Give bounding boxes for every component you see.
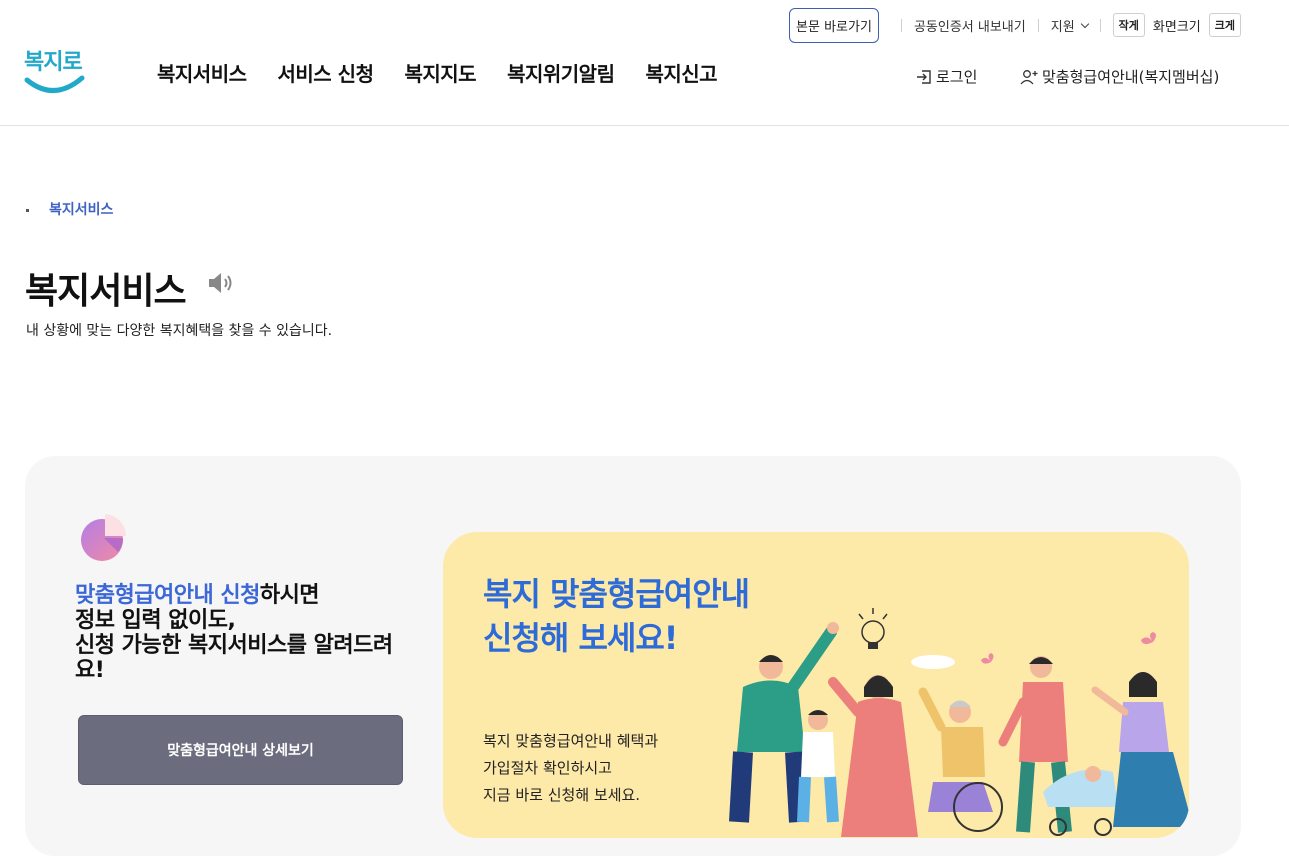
site-logo[interactable]: 복지로 — [24, 44, 86, 98]
banner-title: 복지 맞춤형급여안내 신청해 보세요! — [483, 572, 750, 660]
header-divider — [0, 125, 1289, 126]
banner-text: 복지 맞춤형급여안내 혜택과 가입절차 확인하시고 지금 바로 신청해 보세요. — [483, 728, 658, 809]
membership-link[interactable]: 맞춤형급여안내(복지멤버십) — [1020, 66, 1219, 87]
main-nav: 복지서비스 서비스 신청 복지지도 복지위기알림 복지신고 — [157, 58, 718, 87]
banner-text-line1: 복지 맞춤형급여안내 혜택과 — [483, 732, 659, 750]
login-icon — [917, 69, 931, 84]
breadcrumb: 복지서비스 — [26, 199, 113, 219]
breadcrumb-current[interactable]: 복지서비스 — [49, 202, 113, 218]
promo-heading: 맞춤형급여안내 신청하시면 정보 입력 없이도, 신청 가능한 복지서비스를 알… — [75, 583, 415, 683]
banner-title-line2: 신청해 보세요! — [483, 619, 678, 657]
text-size-large-button[interactable]: 크게 — [1208, 13, 1241, 37]
text-size-label: 화면크기 — [1152, 19, 1201, 35]
nav-welfare-crisis-alert[interactable]: 복지위기알림 — [507, 58, 615, 87]
promo-line2: 정보 입력 없이도, — [75, 608, 236, 633]
benefit-guide-banner[interactable]: 복지 맞춤형급여안내 신청해 보세요! 복지 맞춤형급여안내 혜택과 가입절차 … — [443, 532, 1189, 838]
benefit-guide-detail-button[interactable]: 맞춤형급여안내 상세보기 — [78, 715, 403, 785]
login-link[interactable]: 로그인 — [916, 66, 977, 87]
nav-welfare-services[interactable]: 복지서비스 — [157, 58, 247, 87]
family-illustration — [729, 608, 1189, 837]
utility-bar: 본문 바로가기 공동인증서 내보내기 지원 작게 화면크기 크게 — [789, 7, 1241, 43]
logo-smile-icon — [24, 75, 85, 93]
pie-chart-icon — [81, 514, 127, 561]
banner-text-line2: 가입절차 확인하시고 — [483, 759, 612, 777]
nav-service-application[interactable]: 서비스 신청 — [278, 58, 374, 87]
promo-highlight: 맞춤형급여안내 신청 — [75, 583, 260, 608]
support-label: 지원 — [1050, 19, 1075, 35]
promo-line3: 신청 가능한 복지서비스를 알려드려요! — [75, 633, 393, 683]
banner-title-line1: 복지 맞춤형급여안내 — [483, 575, 750, 613]
divider — [900, 18, 902, 32]
page-title: 복지서비스 — [25, 271, 187, 312]
skip-to-content-link[interactable]: 본문 바로가기 — [789, 7, 879, 43]
support-dropdown[interactable]: 지원 — [1050, 16, 1089, 35]
speaker-icon[interactable] — [207, 270, 237, 296]
divider — [1099, 18, 1101, 32]
text-size-small-button[interactable]: 작게 — [1112, 13, 1145, 37]
promo-line1-rest: 하시면 — [259, 583, 320, 608]
chevron-down-icon — [1080, 19, 1089, 28]
membership-label: 맞춤형급여안내(복지멤버십) — [1042, 68, 1220, 86]
cert-export-link[interactable]: 공동인증서 내보내기 — [914, 16, 1026, 35]
nav-welfare-map[interactable]: 복지지도 — [404, 58, 476, 87]
nav-welfare-report[interactable]: 복지신고 — [645, 58, 717, 87]
page-description: 내 상황에 맞는 다양한 복지혜택을 찾을 수 있습니다. — [26, 323, 333, 339]
banner-text-line3: 지금 바로 신청해 보세요. — [483, 786, 641, 804]
login-label: 로그인 — [936, 68, 978, 86]
divider — [1037, 18, 1039, 32]
breadcrumb-bullet — [26, 208, 29, 212]
user-add-icon — [1020, 69, 1038, 84]
